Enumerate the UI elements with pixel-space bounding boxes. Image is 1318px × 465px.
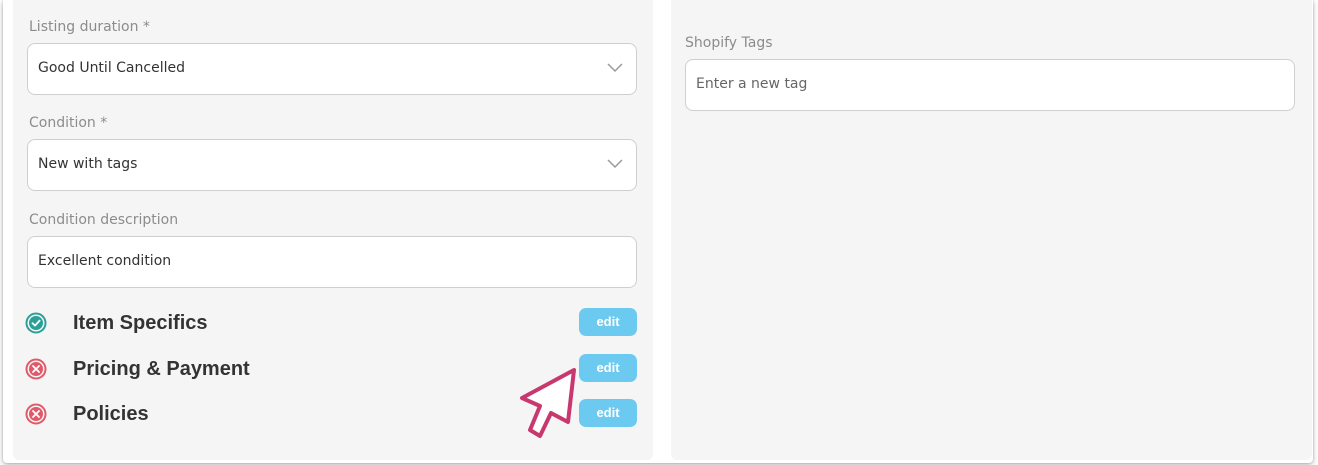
condition-value: New with tags bbox=[38, 156, 138, 172]
chevron-down-icon bbox=[607, 63, 623, 73]
x-circle-icon bbox=[25, 403, 47, 425]
edit-policies-button[interactable]: edit bbox=[579, 399, 637, 427]
section-label: Pricing & Payment bbox=[73, 358, 250, 380]
condition-description-value: Excellent condition bbox=[38, 253, 172, 269]
edit-pricing-payment-button[interactable]: edit bbox=[579, 354, 637, 382]
condition-description-label: Condition description bbox=[29, 212, 179, 228]
section-label: Item Specifics bbox=[73, 312, 208, 334]
shopify-tags-label: Shopify Tags bbox=[685, 35, 773, 51]
x-circle-icon bbox=[25, 358, 47, 380]
edit-item-specifics-button[interactable]: edit bbox=[579, 308, 637, 336]
right-panel: Shopify Tags Enter a new tag bbox=[671, 0, 1312, 460]
check-circle-icon bbox=[25, 312, 47, 334]
shopify-tags-placeholder: Enter a new tag bbox=[696, 76, 808, 92]
listing-duration-select[interactable]: Good Until Cancelled bbox=[27, 43, 637, 95]
condition-select[interactable]: New with tags bbox=[27, 139, 637, 191]
form-frame: Listing duration * Good Until Cancelled … bbox=[3, 0, 1313, 463]
section-row-item-specifics: Item Specifics edit bbox=[25, 308, 637, 338]
pointer-cursor-icon bbox=[520, 368, 576, 438]
shopify-tags-input[interactable]: Enter a new tag bbox=[685, 59, 1295, 111]
condition-description-input[interactable]: Excellent condition bbox=[27, 236, 637, 288]
listing-duration-value: Good Until Cancelled bbox=[38, 60, 185, 76]
chevron-down-icon bbox=[607, 159, 623, 169]
listing-duration-label: Listing duration * bbox=[29, 19, 150, 35]
section-label: Policies bbox=[73, 403, 149, 425]
condition-label: Condition * bbox=[29, 115, 108, 131]
